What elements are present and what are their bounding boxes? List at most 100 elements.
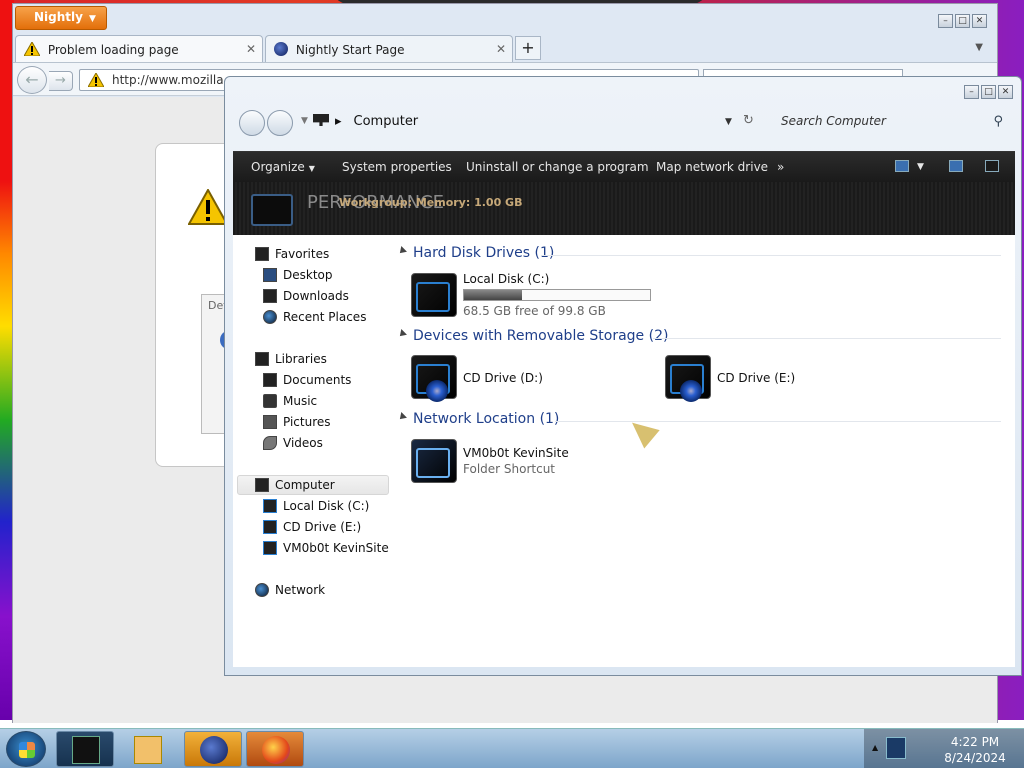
taskbar-media-button[interactable] — [118, 731, 176, 767]
hard-disk-icon — [263, 499, 277, 513]
disk-usage-bar — [463, 289, 651, 301]
maximize-button[interactable]: □ — [981, 85, 996, 99]
workgroup-memory-text: Workgroup: Memory: 1.00 GB — [339, 196, 523, 209]
chevron-down-icon: ▼ — [88, 14, 96, 24]
view-dropdown-icon[interactable]: ▼ — [917, 162, 924, 172]
nav-network[interactable]: Network — [255, 583, 325, 603]
nav-cd-drive-e[interactable]: CD Drive (E:) — [263, 520, 361, 540]
network-icon — [255, 583, 269, 597]
new-tab-button[interactable]: + — [515, 36, 541, 60]
vm0b0t-label[interactable]: VM0b0t KevinSite — [463, 446, 569, 460]
taskbar-firefox-button[interactable] — [246, 731, 304, 767]
group-removable-storage[interactable]: Devices with Removable Storage (2) — [397, 328, 669, 344]
local-disk-icon[interactable] — [411, 273, 457, 317]
close-button[interactable]: ✕ — [972, 14, 987, 28]
nav-pictures[interactable]: Pictures — [263, 415, 331, 435]
search-placeholder: Search Computer — [781, 114, 886, 128]
network-status-icon[interactable] — [886, 737, 906, 759]
group-network-location[interactable]: Network Location (1) — [397, 411, 560, 427]
disc-icon — [426, 380, 448, 402]
back-button[interactable]: ← — [17, 66, 47, 94]
nav-buttons: ▼ — [239, 110, 308, 136]
nav-computer[interactable]: Computer — [255, 478, 335, 498]
cd-drive-d-icon[interactable] — [411, 355, 457, 402]
nav-libraries[interactable]: Libraries — [255, 352, 327, 372]
recent-places-icon — [263, 310, 277, 324]
nav-label: Computer — [275, 478, 335, 492]
map-network-drive-button[interactable]: Map network drive — [656, 160, 768, 174]
more-commands-button[interactable]: » — [777, 160, 784, 174]
close-button[interactable]: ✕ — [998, 85, 1013, 99]
close-tab-icon[interactable]: ✕ — [246, 42, 256, 56]
nav-label: Pictures — [283, 415, 331, 429]
clock[interactable]: 4:22 PM 8/24/2024 — [940, 734, 1010, 766]
downloads-icon — [263, 289, 277, 303]
taskbar-explorer-button[interactable] — [56, 731, 114, 767]
minimize-button[interactable]: – — [964, 85, 979, 99]
cd-drive-d-label[interactable]: CD Drive (D:) — [463, 371, 543, 385]
nav-desktop[interactable]: Desktop — [263, 268, 333, 288]
nightly-app-button[interactable]: Nightly ▼ — [15, 6, 107, 30]
maximize-button[interactable]: □ — [955, 14, 970, 28]
nav-label: Libraries — [275, 352, 327, 366]
nav-downloads[interactable]: Downloads — [263, 289, 349, 309]
nav-local-disk-c[interactable]: Local Disk (C:) — [263, 499, 369, 519]
nav-recent-places[interactable]: Recent Places — [263, 310, 366, 330]
group-label: Devices with Removable Storage (2) — [413, 328, 669, 344]
minimize-button[interactable]: – — [938, 14, 953, 28]
computer-icon — [313, 114, 329, 126]
network-folder-icon[interactable] — [411, 439, 457, 483]
firefox-icon — [262, 736, 290, 764]
show-hidden-icons[interactable]: ▲ — [872, 743, 878, 752]
help-icon[interactable] — [985, 160, 999, 172]
tab-nightly-start[interactable]: Nightly Start Page ✕ — [265, 35, 513, 63]
search-input[interactable]: Search Computer ⚲ — [771, 109, 1011, 135]
command-bar-strip: Organize ▼ System properties Uninstall or… — [233, 152, 1015, 182]
uninstall-program-button[interactable]: Uninstall or change a program — [466, 160, 649, 174]
system-properties-button[interactable]: System properties — [342, 160, 452, 174]
group-hard-disk-drives[interactable]: Hard Disk Drives (1) — [397, 245, 554, 261]
tab-problem-loading[interactable]: Problem loading page ✕ — [15, 35, 263, 63]
recent-pages-icon[interactable]: ▼ — [301, 116, 308, 126]
performance-banner: PERFORMANCE Workgroup: Memory: 1.00 GB — [233, 182, 1015, 235]
nav-music[interactable]: Music — [263, 394, 317, 414]
nav-favorites[interactable]: Favorites — [255, 247, 329, 267]
breadcrumb-computer: Computer — [353, 114, 419, 129]
warning-icon — [24, 42, 40, 56]
uninstall-program-label: Uninstall or change a program — [466, 160, 649, 174]
computer-icon — [255, 478, 269, 492]
url-text: http://www.mozilla.or — [112, 73, 240, 87]
map-network-drive-label: Map network drive — [656, 160, 769, 174]
group-label: Network Location (1) — [413, 411, 560, 427]
nav-label: Videos — [283, 436, 323, 450]
nav-vm0b0t[interactable]: VM0b0t KevinSite — [263, 541, 389, 561]
cd-drive-e-icon[interactable] — [665, 355, 711, 402]
media-player-icon — [134, 736, 162, 764]
refresh-icon[interactable]: ↻ — [743, 113, 754, 128]
explorer-body: Favorites Desktop Downloads Recent Place… — [233, 235, 1015, 667]
breadcrumb[interactable]: ▸ Computer — [313, 114, 418, 129]
start-button[interactable] — [6, 731, 46, 767]
close-tab-icon[interactable]: ✕ — [496, 42, 506, 56]
view-options-icon[interactable] — [895, 160, 909, 172]
cd-drive-e-label[interactable]: CD Drive (E:) — [717, 371, 795, 385]
tab-label: Nightly Start Page — [295, 43, 405, 57]
explorer-window: – □ ✕ ▼ ▸ Computer ▼ ↻ Search Computer ⚲ … — [224, 76, 1022, 676]
organize-button[interactable]: Organize ▼ — [251, 160, 315, 174]
nav-videos[interactable]: Videos — [263, 436, 323, 456]
address-dropdown-icon[interactable]: ▼ — [725, 117, 732, 127]
back-button[interactable] — [239, 110, 265, 136]
nav-label: Downloads — [283, 289, 349, 303]
preview-pane-icon[interactable] — [949, 160, 963, 172]
taskbar-nightly-button[interactable] — [184, 731, 242, 767]
monitor-icon — [251, 194, 293, 226]
nav-label: Favorites — [275, 247, 330, 261]
content-pane: Hard Disk Drives (1) Local Disk (C:) 68.… — [391, 235, 1015, 667]
tab-list-icon[interactable]: ▼ — [975, 42, 983, 53]
forward-button[interactable]: → — [49, 71, 73, 91]
forward-button[interactable] — [267, 110, 293, 136]
nav-documents[interactable]: Documents — [263, 373, 351, 393]
drive-glow — [416, 282, 450, 312]
navigation-pane: Favorites Desktop Downloads Recent Place… — [233, 235, 391, 667]
local-disk-label[interactable]: Local Disk (C:) — [463, 272, 549, 286]
